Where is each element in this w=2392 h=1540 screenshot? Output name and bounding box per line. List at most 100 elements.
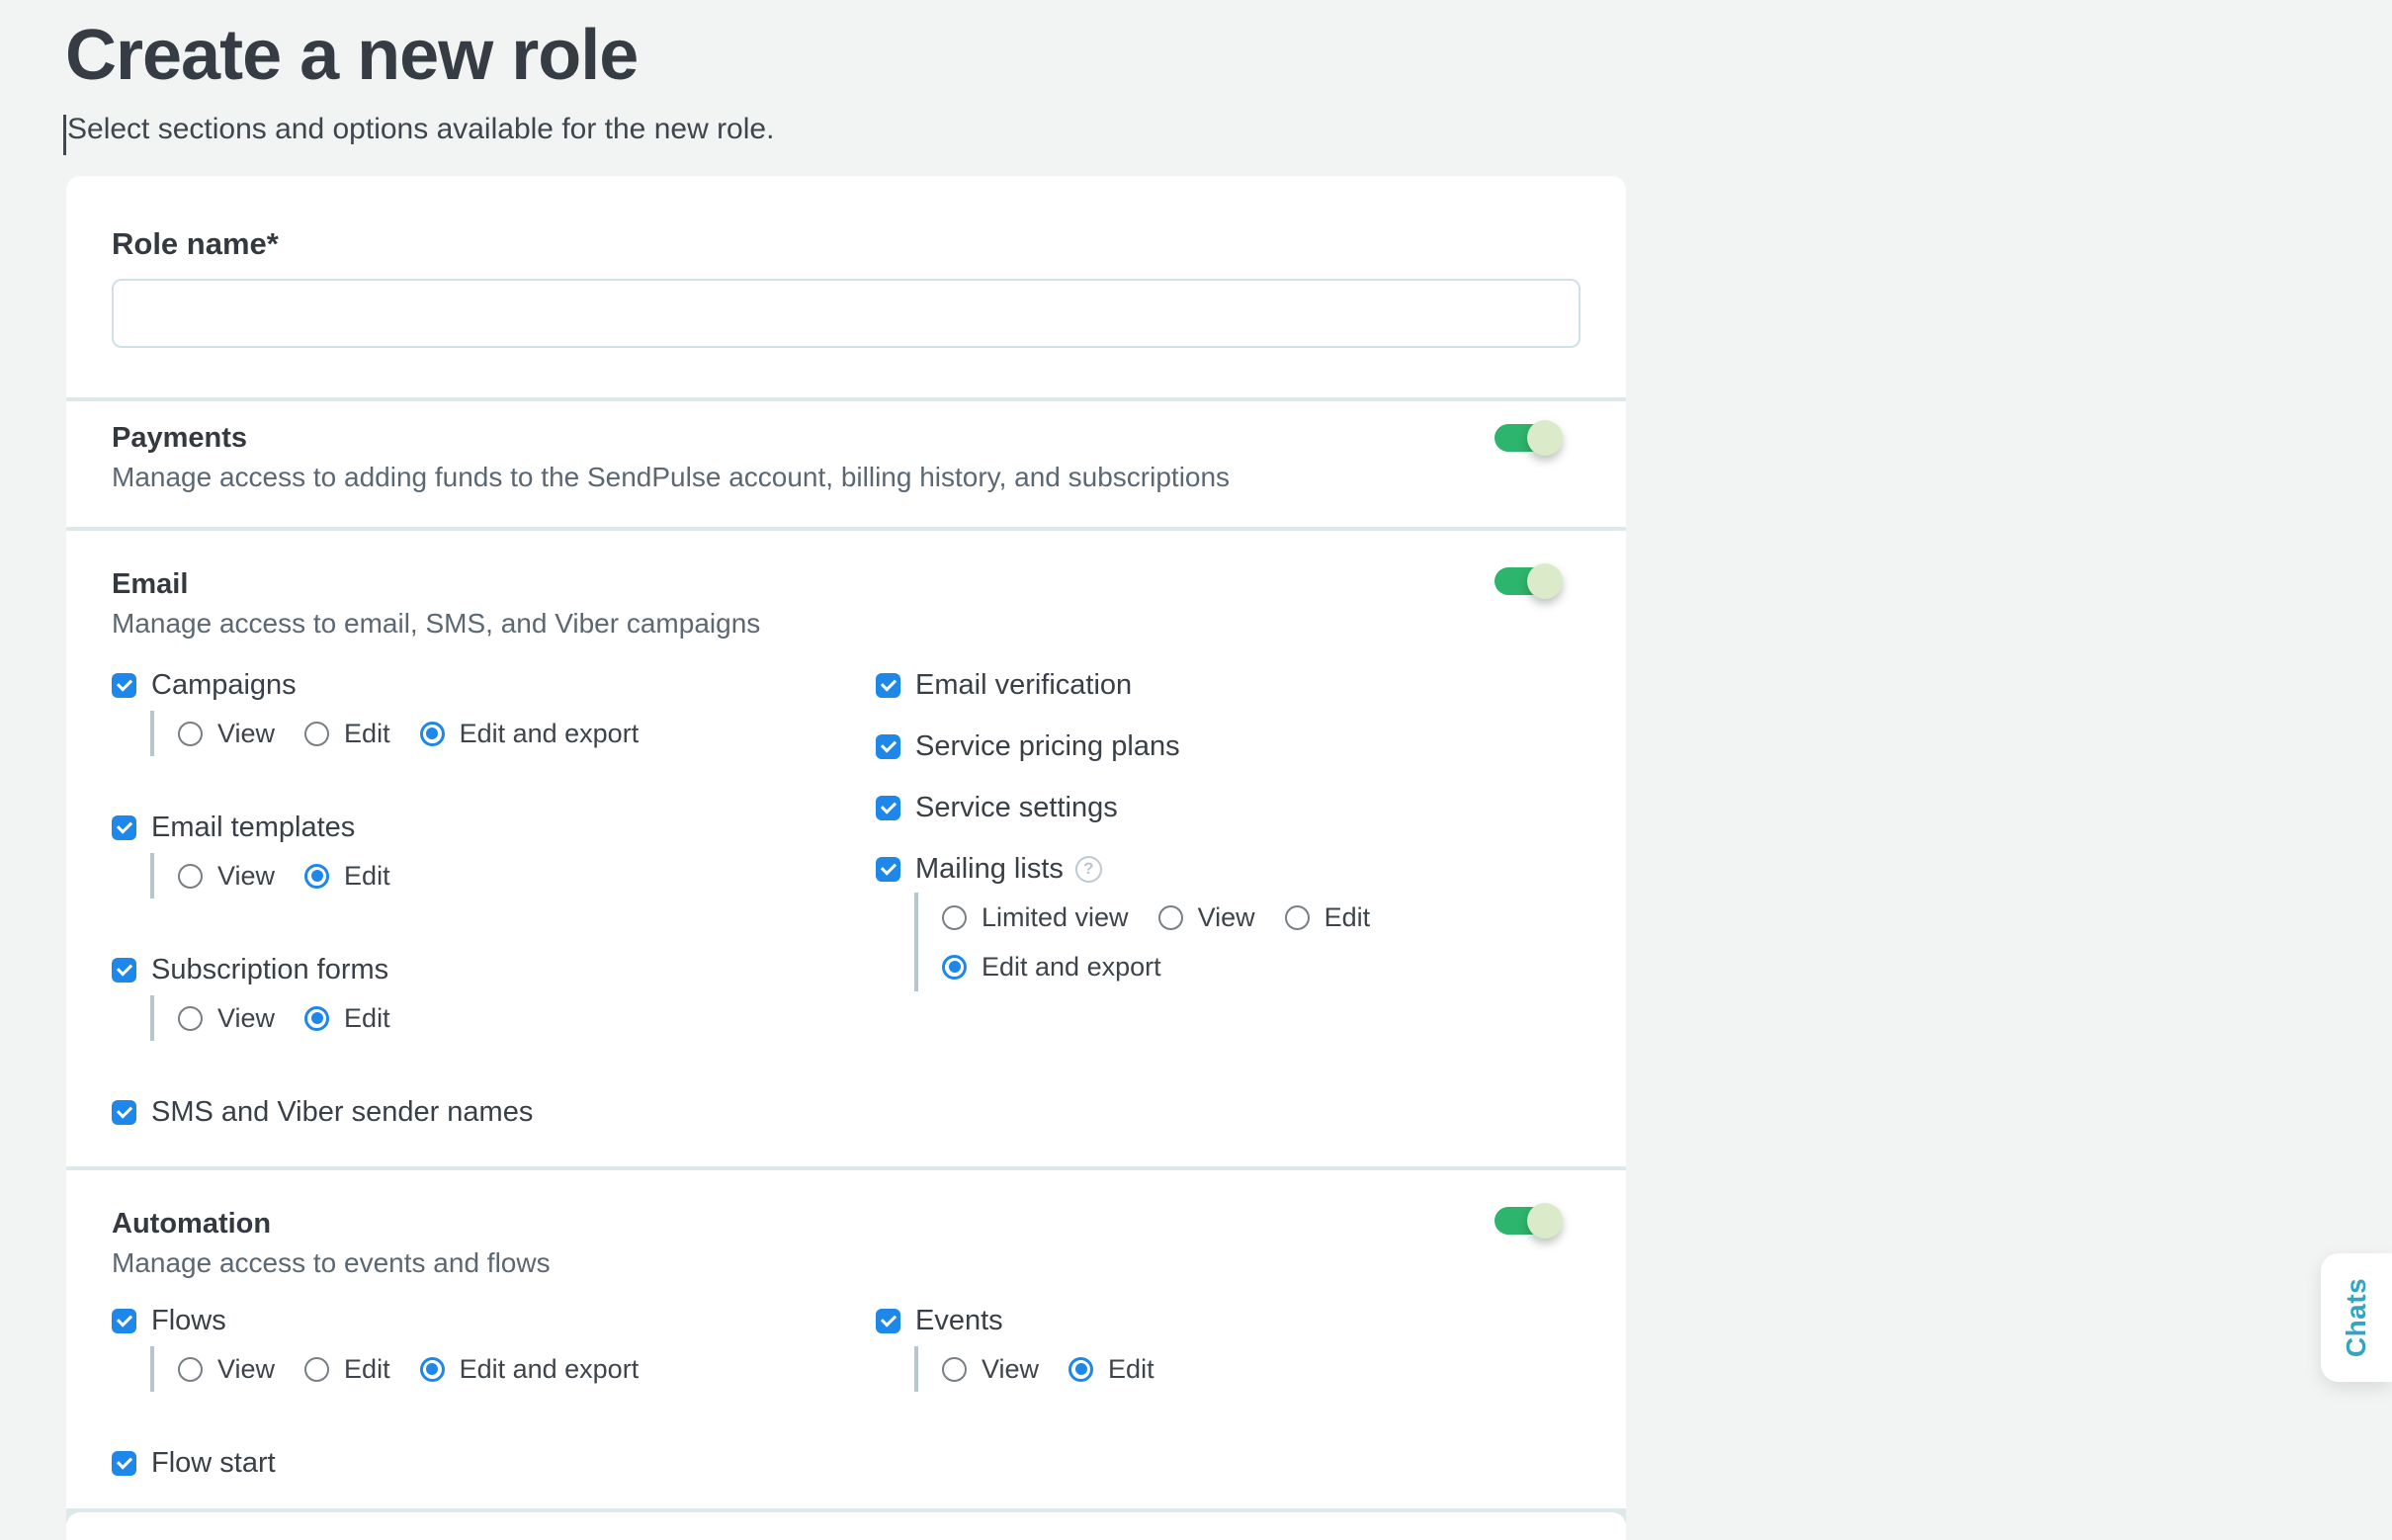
checkmark-icon — [117, 675, 132, 691]
email-verification-checkbox[interactable] — [876, 673, 900, 698]
flows-checkbox[interactable] — [112, 1309, 136, 1333]
payments-toggle[interactable] — [1495, 424, 1546, 452]
email-toggle[interactable] — [1495, 567, 1546, 595]
role-form-card: Role name* Payments Manage access to add… — [66, 176, 1626, 1540]
service-settings-label: Service settings — [915, 792, 1118, 824]
checkmark-icon — [117, 1311, 132, 1326]
page-subtitle: Select sections and options available fo… — [67, 111, 774, 148]
flows-edit-export-radio[interactable] — [420, 1357, 445, 1382]
subscription-forms-view-radio[interactable] — [178, 1006, 203, 1031]
automation-right-column: Events View Edit — [876, 1305, 1580, 1479]
events-checkbox[interactable] — [876, 1309, 900, 1333]
page-title: Create a new role — [65, 18, 638, 93]
flows-edit-option[interactable]: Edit — [304, 1356, 390, 1382]
email-templates-checkbox[interactable] — [112, 815, 136, 840]
sms-viber-sender-names-checkbox[interactable] — [112, 1100, 136, 1125]
payments-section: Payments Manage access to adding funds t… — [66, 401, 1626, 527]
flow-start-row: Flow start — [112, 1447, 876, 1479]
mailing-lists-limited-view-radio[interactable] — [942, 905, 967, 930]
flow-start-label: Flow start — [151, 1447, 276, 1480]
service-pricing-plans-checkbox[interactable] — [876, 734, 900, 759]
mailing-lists-view-option[interactable]: View — [1158, 904, 1255, 930]
chats-tab[interactable]: Chats — [2321, 1253, 2392, 1382]
email-templates-row: Email templates — [112, 812, 876, 843]
subscription-forms-view-option[interactable]: View — [178, 1005, 275, 1031]
checkmark-icon — [881, 859, 897, 875]
email-right-column: Email verification Service pricing plans… — [876, 669, 1580, 1128]
automation-section-desc: Manage access to events and flows — [112, 1249, 1580, 1277]
help-icon[interactable]: ? — [1075, 856, 1102, 883]
checkmark-icon — [881, 675, 897, 691]
subscription-forms-checkbox[interactable] — [112, 958, 136, 983]
checkmark-icon — [881, 798, 897, 813]
flows-edit-export-option[interactable]: Edit and export — [420, 1356, 640, 1382]
campaigns-view-radio[interactable] — [178, 722, 203, 746]
checkmark-icon — [881, 736, 897, 752]
mailing-lists-edit-export-radio[interactable] — [942, 955, 967, 980]
mailing-lists-edit-option[interactable]: Edit — [1285, 904, 1371, 930]
mailing-lists-limited-view-option[interactable]: Limited view — [942, 904, 1129, 930]
toggle-knob-icon — [1527, 563, 1563, 599]
automation-section: Automation Manage access to events and f… — [66, 1170, 1626, 1508]
email-templates-view-option[interactable]: View — [178, 863, 275, 889]
sms-viber-sender-names-label: SMS and Viber sender names — [151, 1096, 533, 1129]
service-settings-checkbox[interactable] — [876, 796, 900, 820]
flows-row: Flows — [112, 1305, 876, 1336]
email-templates-edit-option[interactable]: Edit — [304, 863, 390, 889]
automation-toggle[interactable] — [1495, 1207, 1546, 1235]
automation-left-column: Flows View Edit Edi — [112, 1305, 876, 1479]
checkmark-icon — [117, 1453, 132, 1469]
flows-view-option[interactable]: View — [178, 1356, 275, 1382]
mailing-lists-edit-export-option[interactable]: Edit and export — [942, 954, 1161, 980]
email-section-desc: Manage access to email, SMS, and Viber c… — [112, 610, 1580, 638]
campaigns-label: Campaigns — [151, 669, 297, 702]
flows-edit-radio[interactable] — [304, 1357, 329, 1382]
campaigns-checkbox[interactable] — [112, 673, 136, 698]
subscription-forms-edit-option[interactable]: Edit — [304, 1005, 390, 1031]
campaigns-edit-option[interactable]: Edit — [304, 721, 390, 746]
campaigns-edit-radio[interactable] — [304, 722, 329, 746]
campaigns-edit-export-radio[interactable] — [420, 722, 445, 746]
role-name-label: Role name* — [112, 229, 1580, 259]
events-row: Events — [876, 1305, 1580, 1336]
subscription-forms-radio-group: View Edit — [150, 995, 876, 1041]
flows-view-radio[interactable] — [178, 1357, 203, 1382]
email-left-column: Campaigns View Edit — [112, 669, 876, 1128]
campaigns-edit-export-option[interactable]: Edit and export — [420, 721, 640, 746]
email-verification-label: Email verification — [915, 669, 1132, 702]
service-pricing-plans-row: Service pricing plans — [876, 730, 1580, 762]
chats-tab-label: Chats — [2341, 1278, 2372, 1357]
email-templates-radio-group: View Edit — [150, 853, 876, 898]
email-templates-edit-radio[interactable] — [304, 864, 329, 889]
payments-section-desc: Manage access to adding funds to the Sen… — [112, 464, 1580, 491]
subscription-forms-edit-radio[interactable] — [304, 1006, 329, 1031]
campaigns-view-option[interactable]: View — [178, 721, 275, 746]
email-templates-label: Email templates — [151, 812, 355, 844]
events-view-radio[interactable] — [942, 1357, 967, 1382]
checkmark-icon — [881, 1311, 897, 1326]
toggle-knob-icon — [1527, 420, 1563, 456]
automation-section-title: Automation — [112, 1208, 1580, 1240]
checkmark-icon — [117, 960, 132, 976]
events-label: Events — [915, 1305, 1003, 1337]
mailing-lists-checkbox[interactable] — [876, 857, 900, 882]
email-templates-view-radio[interactable] — [178, 864, 203, 889]
service-pricing-plans-label: Service pricing plans — [915, 730, 1180, 763]
mailing-lists-view-radio[interactable] — [1158, 905, 1183, 930]
mailing-lists-edit-radio[interactable] — [1285, 905, 1310, 930]
role-name-section: Role name* — [66, 176, 1626, 397]
payments-section-title: Payments — [112, 422, 1580, 454]
events-view-option[interactable]: View — [942, 1356, 1039, 1382]
events-edit-radio[interactable] — [1068, 1357, 1093, 1382]
subscription-forms-label: Subscription forms — [151, 954, 388, 986]
flows-radio-group: View Edit Edit and export — [150, 1346, 876, 1392]
campaigns-radio-group: View Edit Edit and export — [150, 711, 876, 756]
service-settings-row: Service settings — [876, 792, 1580, 823]
events-radio-group: View Edit — [914, 1346, 1580, 1392]
events-edit-option[interactable]: Edit — [1068, 1356, 1154, 1382]
flow-start-checkbox[interactable] — [112, 1451, 136, 1476]
text-cursor — [63, 115, 66, 155]
mailing-lists-label: Mailing lists — [915, 853, 1064, 886]
email-section-title: Email — [112, 568, 1580, 600]
role-name-input[interactable] — [112, 279, 1580, 348]
